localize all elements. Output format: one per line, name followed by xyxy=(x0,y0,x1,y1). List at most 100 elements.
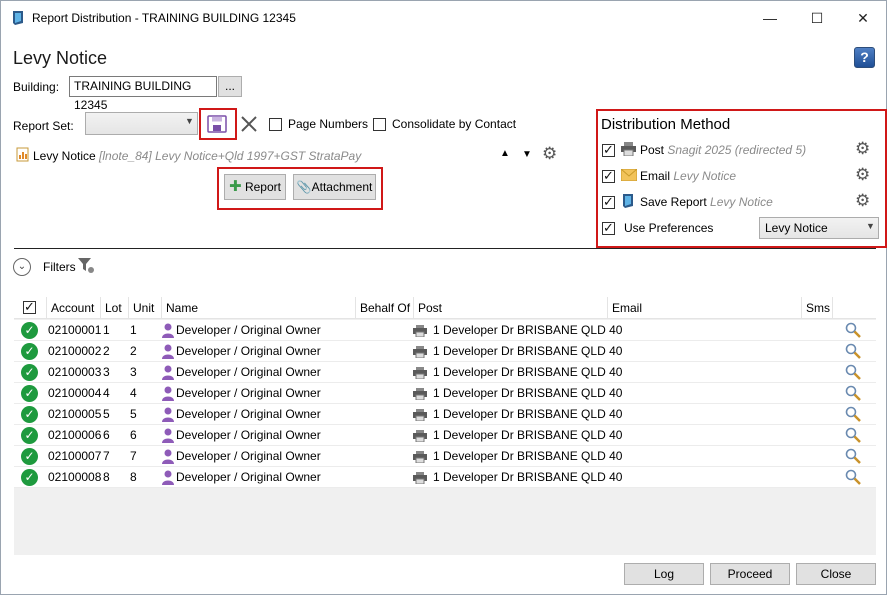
success-check-icon: ✓ xyxy=(21,469,38,486)
magnifier-icon[interactable] xyxy=(845,385,861,401)
help-icon[interactable]: ? xyxy=(854,47,875,68)
add-attachment-button[interactable]: 📎Attachment xyxy=(293,174,376,200)
cell-account: 02100005 xyxy=(48,407,102,421)
magnifier-icon[interactable] xyxy=(845,364,861,380)
column-unit[interactable]: Unit xyxy=(128,297,161,319)
table-row[interactable]: ✓ 02100002 2 2 Developer / Original Owner 1 D… xyxy=(14,341,876,362)
close-window-button[interactable]: ✕ xyxy=(840,3,886,33)
cell-name: Developer / Original Owner xyxy=(176,386,321,400)
proceed-button[interactable]: Proceed xyxy=(710,563,790,585)
cell-name: Developer / Original Owner xyxy=(176,323,321,337)
plus-icon: ✚ xyxy=(229,178,242,195)
preferences-select[interactable]: Levy Notice ▼ xyxy=(759,217,879,239)
report-settings-gear-icon[interactable]: ⚙ xyxy=(542,144,557,164)
person-icon xyxy=(162,428,174,443)
save-report-checkbox[interactable] xyxy=(602,194,615,210)
minimize-button[interactable]: — xyxy=(747,3,793,33)
building-field[interactable]: TRAINING BUILDING 12345 xyxy=(69,76,217,112)
cell-lot: 3 xyxy=(103,365,110,379)
cell-name: Developer / Original Owner xyxy=(176,344,321,358)
printer-icon xyxy=(621,142,636,156)
column-lot[interactable]: Lot xyxy=(100,297,128,319)
cell-post: 1 Developer Dr BRISBANE QLD 40 xyxy=(433,344,623,358)
move-up-icon[interactable]: ▲ xyxy=(500,148,510,159)
delete-icon[interactable] xyxy=(239,114,259,134)
save-report-icon xyxy=(623,194,633,208)
cell-account: 02100008 xyxy=(48,470,102,484)
save-icon[interactable] xyxy=(207,115,227,133)
cell-unit: 8 xyxy=(130,470,137,484)
save-report-settings-gear-icon[interactable]: ⚙ xyxy=(855,191,870,211)
table-row[interactable]: ✓ 02100004 4 4 Developer / Original Owner 1 D… xyxy=(14,383,876,404)
column-post[interactable]: Post xyxy=(413,297,607,319)
person-icon xyxy=(162,323,174,338)
email-label: Email xyxy=(640,169,671,183)
title-bar: Report Distribution - TRAINING BUILDING … xyxy=(1,1,886,35)
column-name[interactable]: Name xyxy=(161,297,355,319)
cell-name: Developer / Original Owner xyxy=(176,365,321,379)
column-email[interactable]: Email xyxy=(607,297,801,319)
column-actions xyxy=(832,297,876,319)
cell-post: 1 Developer Dr BRISBANE QLD 40 xyxy=(433,365,623,379)
success-check-icon: ✓ xyxy=(21,322,38,339)
filter-icon[interactable] xyxy=(78,258,95,274)
table-row[interactable]: ✓ 02100003 3 3 Developer / Original Owner 1 D… xyxy=(14,362,876,383)
table-row[interactable]: ✓ 02100006 6 6 Developer / Original Owner 1 D… xyxy=(14,425,876,446)
table-row[interactable]: ✓ 02100005 5 5 Developer / Original Owner 1 D… xyxy=(14,404,876,425)
magnifier-icon[interactable] xyxy=(845,406,861,422)
success-check-icon: ✓ xyxy=(21,448,38,465)
column-behalf-of[interactable]: Behalf Of xyxy=(355,297,413,319)
email-checkbox[interactable] xyxy=(602,168,615,184)
use-preferences-checkbox[interactable] xyxy=(602,220,615,236)
move-down-icon[interactable]: ▼ xyxy=(522,149,532,160)
add-attachment-label: Attachment xyxy=(311,180,373,194)
close-button[interactable]: Close xyxy=(796,563,876,585)
cell-lot: 5 xyxy=(103,407,110,421)
cell-post: 1 Developer Dr BRISBANE QLD 40 xyxy=(433,428,623,442)
printer-icon xyxy=(413,472,427,484)
column-account[interactable]: Account xyxy=(46,297,100,319)
page-numbers-label: Page Numbers xyxy=(288,117,369,131)
table-row[interactable]: ✓ 02100007 7 7 Developer / Original Owner 1 D… xyxy=(14,446,876,467)
magnifier-icon[interactable] xyxy=(845,322,861,338)
post-settings-gear-icon[interactable]: ⚙ xyxy=(855,139,870,159)
log-button[interactable]: Log xyxy=(624,563,704,585)
email-settings-gear-icon[interactable]: ⚙ xyxy=(855,165,870,185)
cell-post: 1 Developer Dr BRISBANE QLD 40 xyxy=(433,470,623,484)
page-numbers-checkbox[interactable] xyxy=(269,118,282,131)
person-icon xyxy=(162,407,174,422)
select-all-checkbox[interactable] xyxy=(23,299,36,315)
table-row[interactable]: ✓ 02100001 1 1 Developer / Original Owner 1 D… xyxy=(14,320,876,341)
cell-account: 02100002 xyxy=(48,344,102,358)
add-report-button[interactable]: ✚ Report xyxy=(224,174,286,200)
person-icon xyxy=(162,449,174,464)
distribution-method-title: Distribution Method xyxy=(601,116,731,133)
browse-building-button[interactable]: ... xyxy=(218,76,242,97)
cell-unit: 2 xyxy=(130,344,137,358)
magnifier-icon[interactable] xyxy=(845,448,861,464)
envelope-icon xyxy=(621,169,637,181)
cell-name: Developer / Original Owner xyxy=(176,407,321,421)
magnifier-icon[interactable] xyxy=(845,343,861,359)
printer-icon xyxy=(413,451,427,463)
printer-icon xyxy=(413,346,427,358)
post-checkbox[interactable] xyxy=(602,142,615,158)
magnifier-icon[interactable] xyxy=(845,427,861,443)
cell-account: 02100006 xyxy=(48,428,102,442)
expand-filters-chevron-icon[interactable]: ⌄ xyxy=(13,258,31,276)
save-report-label: Save Report xyxy=(640,195,707,209)
magnifier-icon[interactable] xyxy=(845,469,861,485)
report-item[interactable]: Levy Notice [lnote_84] Levy Notice+Qld 1… xyxy=(33,149,361,163)
report-distribution-window: Report Distribution - TRAINING BUILDING … xyxy=(0,0,887,595)
cell-unit: 1 xyxy=(130,323,137,337)
consolidate-checkbox[interactable] xyxy=(373,118,386,131)
report-set-select[interactable]: ▼ xyxy=(85,112,198,135)
column-sms[interactable]: Sms xyxy=(801,297,832,319)
table-row[interactable]: ✓ 02100008 8 8 Developer / Original Owner 1 D… xyxy=(14,467,876,488)
printer-icon xyxy=(413,388,427,400)
add-report-label: Report xyxy=(244,180,281,194)
email-detail: Levy Notice xyxy=(673,169,737,183)
cell-lot: 2 xyxy=(103,344,110,358)
maximize-button[interactable]: ☐ xyxy=(794,3,840,33)
person-icon xyxy=(162,470,174,485)
